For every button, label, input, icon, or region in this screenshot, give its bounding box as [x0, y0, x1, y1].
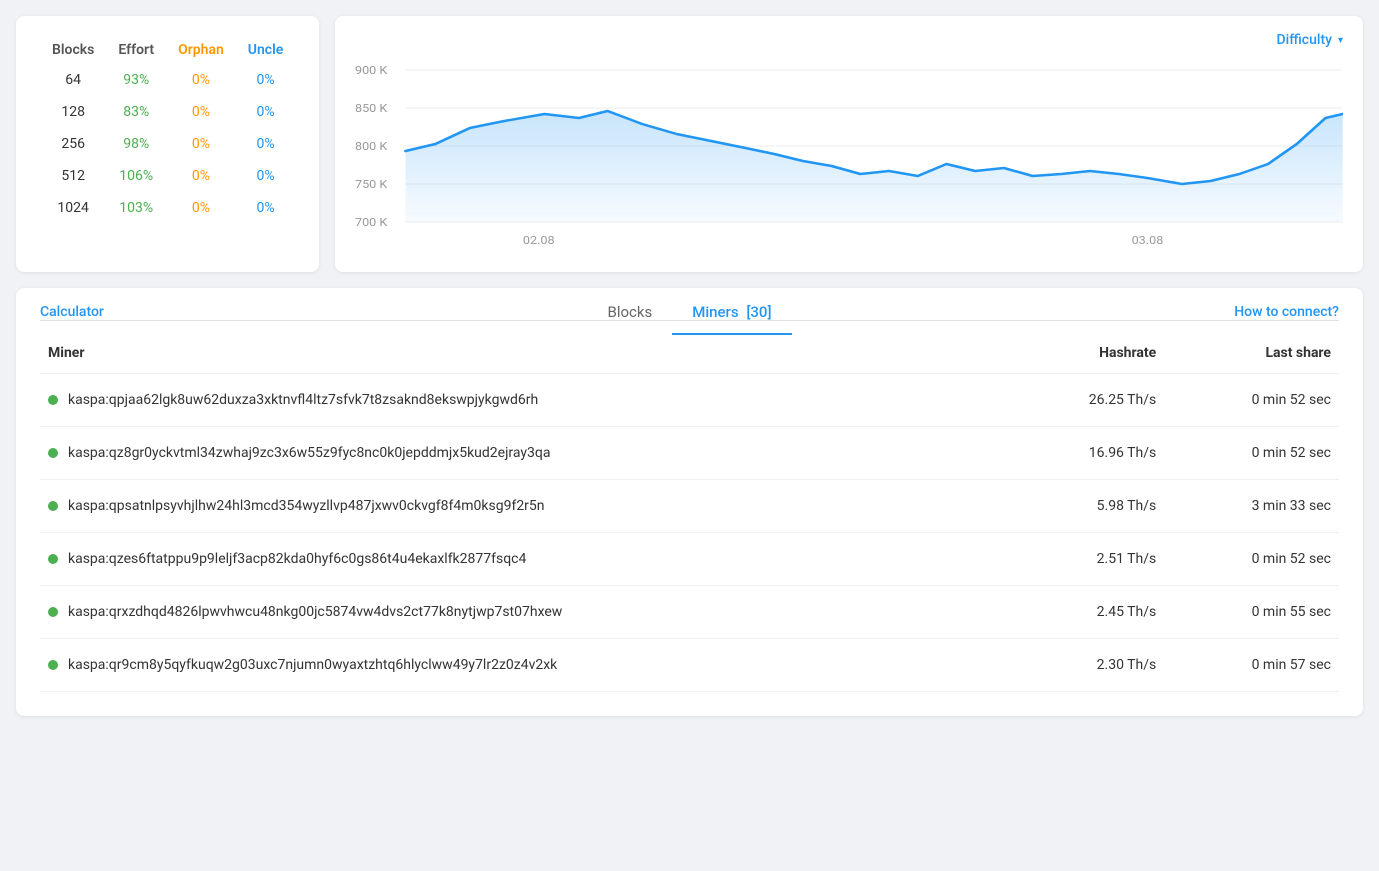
chart-header: Difficulty ▾ — [355, 32, 1343, 48]
uncle-value: 0% — [236, 192, 296, 224]
miner-address[interactable]: kaspa:qrxzdhqd4826lpwvhwcu48nkg00jc5874v… — [68, 604, 562, 620]
effort-value: 103% — [106, 192, 166, 224]
tabs-center: Blocks Miners [30] — [587, 291, 791, 334]
hashrate-value: 26.25 Th/s — [1011, 374, 1164, 427]
online-indicator — [48, 607, 58, 617]
how-to-connect-link[interactable]: How to connect? — [1234, 304, 1339, 320]
calculator-link[interactable]: Calculator — [40, 304, 104, 320]
uncle-value: 0% — [236, 160, 296, 192]
online-indicator — [48, 448, 58, 458]
svg-text:02.08: 02.08 — [523, 234, 555, 247]
table-row: 64 93% 0% 0% — [40, 64, 295, 96]
orphan-value: 0% — [166, 64, 236, 96]
table-row: kaspa:qzes6ftatppu9p9leljf3acp82kda0hyf6… — [40, 533, 1339, 586]
table-row: 512 106% 0% 0% — [40, 160, 295, 192]
svg-text:850 K: 850 K — [355, 102, 388, 115]
effort-value: 98% — [106, 128, 166, 160]
svg-text:03.08: 03.08 — [1132, 234, 1164, 247]
table-row: kaspa:qpsatnlpsyvhjlhw24hl3mcd354wyzllvp… — [40, 480, 1339, 533]
blocks-value: 128 — [40, 96, 106, 128]
svg-text:900 K: 900 K — [355, 64, 388, 77]
miner-address[interactable]: kaspa:qr9cm8y5qyfkuqw2g03uxc7njumn0wyaxt… — [68, 657, 557, 673]
miner-address[interactable]: kaspa:qzes6ftatppu9p9leljf3acp82kda0hyf6… — [68, 551, 526, 567]
col-lastshare: Last share — [1164, 329, 1339, 374]
table-row: kaspa:qz8gr0yckvtml34zwhaj9zc3x6w55z9fyc… — [40, 427, 1339, 480]
miner-cell: kaspa:qrxzdhqd4826lpwvhwcu48nkg00jc5874v… — [40, 586, 1011, 639]
effort-value: 83% — [106, 96, 166, 128]
miners-table: Miner Hashrate Last share kaspa:qpjaa62l… — [40, 329, 1339, 692]
orphan-value: 0% — [166, 128, 236, 160]
col-orphan: Orphan — [166, 36, 236, 64]
lastshare-value: 0 min 57 sec — [1164, 639, 1339, 692]
orphan-value: 0% — [166, 192, 236, 224]
lastshare-value: 0 min 52 sec — [1164, 533, 1339, 586]
uncle-value: 0% — [236, 96, 296, 128]
table-row: 256 98% 0% 0% — [40, 128, 295, 160]
chevron-down-icon: ▾ — [1338, 35, 1343, 46]
miner-address[interactable]: kaspa:qz8gr0yckvtml34zwhaj9zc3x6w55z9fyc… — [68, 445, 550, 461]
chart-container: 900 K 850 K 800 K 750 K 700 K — [355, 56, 1343, 256]
bottom-card: Calculator Blocks Miners [30] How to con… — [16, 288, 1363, 716]
miner-cell: kaspa:qzes6ftatppu9p9leljf3acp82kda0hyf6… — [40, 533, 1011, 586]
col-miner: Miner — [40, 329, 1011, 374]
online-indicator — [48, 660, 58, 670]
lastshare-value: 3 min 33 sec — [1164, 480, 1339, 533]
svg-text:700 K: 700 K — [355, 216, 388, 229]
lastshare-value: 0 min 52 sec — [1164, 374, 1339, 427]
hashrate-value: 16.96 Th/s — [1011, 427, 1164, 480]
blocks-value: 256 — [40, 128, 106, 160]
chart-card: Difficulty ▾ 900 K 850 K 800 K 750 K 700… — [335, 16, 1363, 272]
uncle-value: 0% — [236, 128, 296, 160]
stats-table: Blocks Effort Orphan Uncle 64 93% 0% 0% … — [40, 36, 295, 224]
effort-value: 93% — [106, 64, 166, 96]
miner-cell: kaspa:qpsatnlpsyvhjlhw24hl3mcd354wyzllvp… — [40, 480, 1011, 533]
miner-address[interactable]: kaspa:qpsatnlpsyvhjlhw24hl3mcd354wyzllvp… — [68, 498, 545, 514]
miner-cell: kaspa:qpjaa62lgk8uw62duxza3xktnvfl4ltz7s… — [40, 374, 1011, 427]
table-row: kaspa:qr9cm8y5qyfkuqw2g03uxc7njumn0wyaxt… — [40, 639, 1339, 692]
blocks-value: 1024 — [40, 192, 106, 224]
tab-miners[interactable]: Miners [30] — [672, 291, 791, 335]
lastshare-value: 0 min 55 sec — [1164, 586, 1339, 639]
effort-value: 106% — [106, 160, 166, 192]
stats-card: Blocks Effort Orphan Uncle 64 93% 0% 0% … — [16, 16, 319, 272]
col-effort: Effort — [106, 36, 166, 64]
difficulty-chart: 900 K 850 K 800 K 750 K 700 K — [355, 56, 1343, 256]
table-row: 128 83% 0% 0% — [40, 96, 295, 128]
difficulty-label: Difficulty — [1277, 32, 1332, 48]
tabs-row: Calculator Blocks Miners [30] How to con… — [40, 288, 1339, 321]
hashrate-value: 2.51 Th/s — [1011, 533, 1164, 586]
miner-cell: kaspa:qr9cm8y5qyfkuqw2g03uxc7njumn0wyaxt… — [40, 639, 1011, 692]
miner-address[interactable]: kaspa:qpjaa62lgk8uw62duxza3xktnvfl4ltz7s… — [68, 392, 538, 408]
table-row: 1024 103% 0% 0% — [40, 192, 295, 224]
orphan-value: 0% — [166, 160, 236, 192]
table-row: kaspa:qrxzdhqd4826lpwvhwcu48nkg00jc5874v… — [40, 586, 1339, 639]
online-indicator — [48, 554, 58, 564]
col-blocks: Blocks — [40, 36, 106, 64]
blocks-value: 512 — [40, 160, 106, 192]
uncle-value: 0% — [236, 64, 296, 96]
hashrate-value: 5.98 Th/s — [1011, 480, 1164, 533]
online-indicator — [48, 395, 58, 405]
miners-count: [30] — [746, 303, 771, 321]
hashrate-value: 2.30 Th/s — [1011, 639, 1164, 692]
online-indicator — [48, 501, 58, 511]
col-hashrate: Hashrate — [1011, 329, 1164, 374]
difficulty-dropdown[interactable]: Difficulty ▾ — [1277, 32, 1343, 48]
orphan-value: 0% — [166, 96, 236, 128]
lastshare-value: 0 min 52 sec — [1164, 427, 1339, 480]
blocks-value: 64 — [40, 64, 106, 96]
miners-label: Miners — [692, 303, 738, 321]
hashrate-value: 2.45 Th/s — [1011, 586, 1164, 639]
svg-text:800 K: 800 K — [355, 140, 388, 153]
tab-blocks[interactable]: Blocks — [587, 291, 672, 335]
svg-text:750 K: 750 K — [355, 178, 388, 191]
col-uncle: Uncle — [236, 36, 296, 64]
miner-cell: kaspa:qz8gr0yckvtml34zwhaj9zc3x6w55z9fyc… — [40, 427, 1011, 480]
table-row: kaspa:qpjaa62lgk8uw62duxza3xktnvfl4ltz7s… — [40, 374, 1339, 427]
